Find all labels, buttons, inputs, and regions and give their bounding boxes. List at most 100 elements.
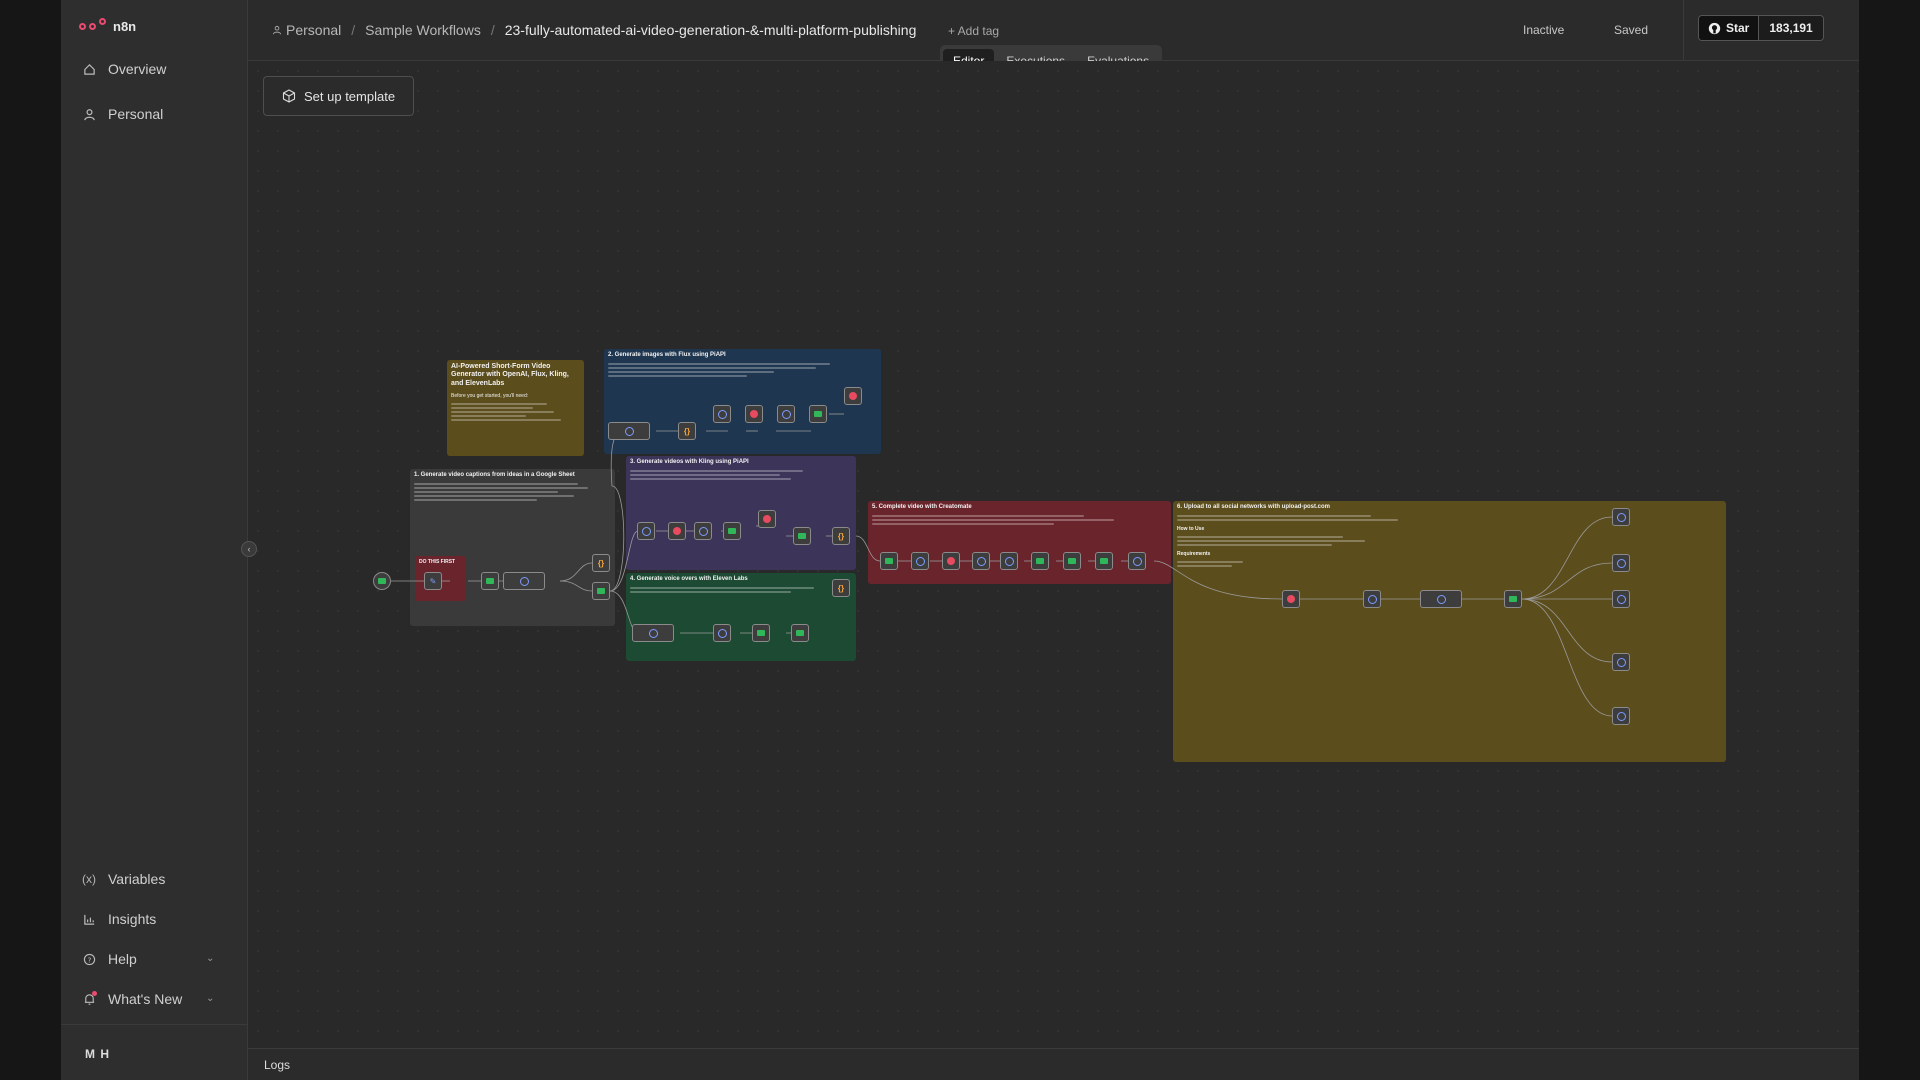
active-toggle-status[interactable]: Inactive <box>1523 23 1564 37</box>
sidebar-item-personal[interactable]: Personal <box>82 106 163 122</box>
chevron-down-icon[interactable]: ⌄ <box>206 953 214 964</box>
github-star-button[interactable]: Star 183,191 <box>1698 15 1824 41</box>
merge-node[interactable] <box>880 552 898 570</box>
wait-node[interactable] <box>758 510 776 528</box>
workflow-name[interactable]: 23-fully-automated-ai-video-generation-&… <box>505 22 917 38</box>
upload-post-node[interactable] <box>1612 707 1630 725</box>
youtube-node[interactable] <box>1282 590 1300 608</box>
filter-node[interactable] <box>809 405 827 423</box>
code-node[interactable]: {} <box>832 579 850 597</box>
http-request-node[interactable] <box>637 522 655 540</box>
github-star-label: Star <box>1726 21 1750 35</box>
upload-post-node[interactable] <box>1612 508 1630 526</box>
setup-template-label: Set up template <box>304 88 396 104</box>
upload-drive-node[interactable] <box>1031 552 1049 570</box>
outer-margin-right <box>1859 0 1920 1080</box>
sidebar-item-label: Insights <box>108 911 157 927</box>
outer-margin-left <box>0 0 61 1080</box>
openai-captions-node[interactable] <box>503 572 545 590</box>
wait-node[interactable] <box>745 405 763 423</box>
upload-drive-node[interactable] <box>752 624 770 642</box>
user-icon <box>82 107 96 121</box>
sticky-heading: Requirements <box>1177 551 1211 558</box>
upload-post-node[interactable] <box>1612 554 1630 572</box>
saved-status: Saved <box>1614 23 1649 37</box>
sticky-subtitle: Before you get started, you'll need: <box>451 393 529 400</box>
breadcrumb-label: Personal <box>286 22 342 38</box>
google-sheets-node[interactable] <box>481 572 499 590</box>
sticky-captions[interactable]: 1. Generate video captions from ideas in… <box>410 469 615 626</box>
user-initials: M H <box>85 1047 110 1061</box>
breadcrumb-personal[interactable]: Personal <box>272 22 341 38</box>
badge-label: DO THIS FIRST <box>419 559 456 565</box>
sticky-voice-overs[interactable]: 4. Generate voice overs with Eleven Labs <box>626 573 856 661</box>
sidebar-item-insights[interactable]: Insights <box>82 911 156 927</box>
http-request-node[interactable] <box>972 552 990 570</box>
filter-node[interactable] <box>723 522 741 540</box>
merge-node[interactable] <box>793 527 811 545</box>
trigger-node[interactable] <box>373 572 391 590</box>
sticky-kling-videos[interactable]: 3. Generate videos with Kling using PiAP… <box>626 456 856 570</box>
sidebar: n8n Overview Personal (x) Variables Insi… <box>61 0 248 1080</box>
setup-template-button[interactable]: Set up template <box>263 76 415 116</box>
wait-node[interactable] <box>844 387 862 405</box>
home-icon <box>82 62 96 76</box>
breadcrumb-separator: / <box>351 22 356 38</box>
sticky-title: 5. Complete video with Creatomate <box>872 504 972 510</box>
http-request-node[interactable] <box>713 405 731 423</box>
upload-post-node[interactable] <box>1612 590 1630 608</box>
collapse-sidebar-button[interactable]: ‹ <box>241 541 257 557</box>
sticky-title: 4. Generate voice overs with Eleven Labs <box>630 576 748 582</box>
code-node[interactable]: {} <box>592 554 610 572</box>
upload-post-node[interactable] <box>1612 653 1630 671</box>
user-area[interactable]: M H <box>61 1024 248 1080</box>
http-request-node[interactable] <box>694 522 712 540</box>
n8n-logo[interactable]: n8n <box>79 18 136 34</box>
sticky-title: 2. Generate images with Flux using PiAPI <box>608 352 726 358</box>
wait-node[interactable] <box>942 552 960 570</box>
sidebar-item-help[interactable]: ? Help <box>82 951 137 967</box>
github-star: Star <box>1699 16 1759 40</box>
sidebar-item-whats-new[interactable]: What's New <box>82 991 182 1007</box>
drive-permissions-node[interactable] <box>791 624 809 642</box>
sidebar-item-label: Help <box>108 951 137 967</box>
openai-description-node[interactable] <box>1420 590 1462 608</box>
http-request-node[interactable] <box>911 552 929 570</box>
sidebar-item-label: What's New <box>108 991 183 1007</box>
logs-panel[interactable]: Logs <box>248 1048 1859 1080</box>
sticky-creatomate[interactable]: 5. Complete video with Creatomate <box>868 501 1171 584</box>
logo-text: n8n <box>113 18 137 34</box>
http-request-node[interactable] <box>1363 590 1381 608</box>
github-star-count: 183,191 <box>1758 16 1823 40</box>
drive-permissions-node[interactable] <box>1063 552 1081 570</box>
openai-image-prompts-node[interactable] <box>608 422 650 440</box>
sticky-intro[interactable]: AI-Powered Short-Form Video Generator wi… <box>447 360 584 456</box>
sticky-title: 6. Upload to all social networks with up… <box>1177 504 1331 510</box>
sticky-upload-post[interactable]: 6. Upload to all social networks with up… <box>1173 501 1726 762</box>
code-node[interactable]: {} <box>832 527 850 545</box>
sticky-title: 1. Generate video captions from ideas in… <box>414 472 575 478</box>
sidebar-item-overview[interactable]: Overview <box>82 61 166 77</box>
set-api-keys-node[interactable]: ✎ <box>424 572 442 590</box>
google-sheets-node[interactable] <box>1095 552 1113 570</box>
http-request-node[interactable] <box>713 624 731 642</box>
http-request-node[interactable] <box>1000 552 1018 570</box>
sidebar-item-label: Variables <box>108 871 166 887</box>
http-request-node[interactable] <box>777 405 795 423</box>
breadcrumb-folder[interactable]: Sample Workflows <box>365 22 481 38</box>
wait-node[interactable] <box>668 522 686 540</box>
n8n-logo-icon <box>79 18 107 34</box>
update-sheet-node[interactable] <box>592 582 610 600</box>
variables-icon: (x) <box>82 872 96 886</box>
workflow-canvas[interactable]: Set up template ‹ AI-Powered Short-Form … <box>241 61 1859 1048</box>
svg-text:?: ? <box>87 955 91 964</box>
breadcrumb-separator: / <box>490 22 495 38</box>
add-tag-button[interactable]: + Add tag <box>948 24 999 38</box>
google-drive-node[interactable] <box>1504 590 1522 608</box>
code-node[interactable]: {} <box>678 422 696 440</box>
openai-script-node[interactable] <box>632 624 674 642</box>
header-divider <box>1683 0 1684 61</box>
sidebar-item-variables[interactable]: (x) Variables <box>82 871 165 887</box>
chevron-down-icon[interactable]: ⌄ <box>206 993 214 1004</box>
http-request-node[interactable] <box>1128 552 1146 570</box>
